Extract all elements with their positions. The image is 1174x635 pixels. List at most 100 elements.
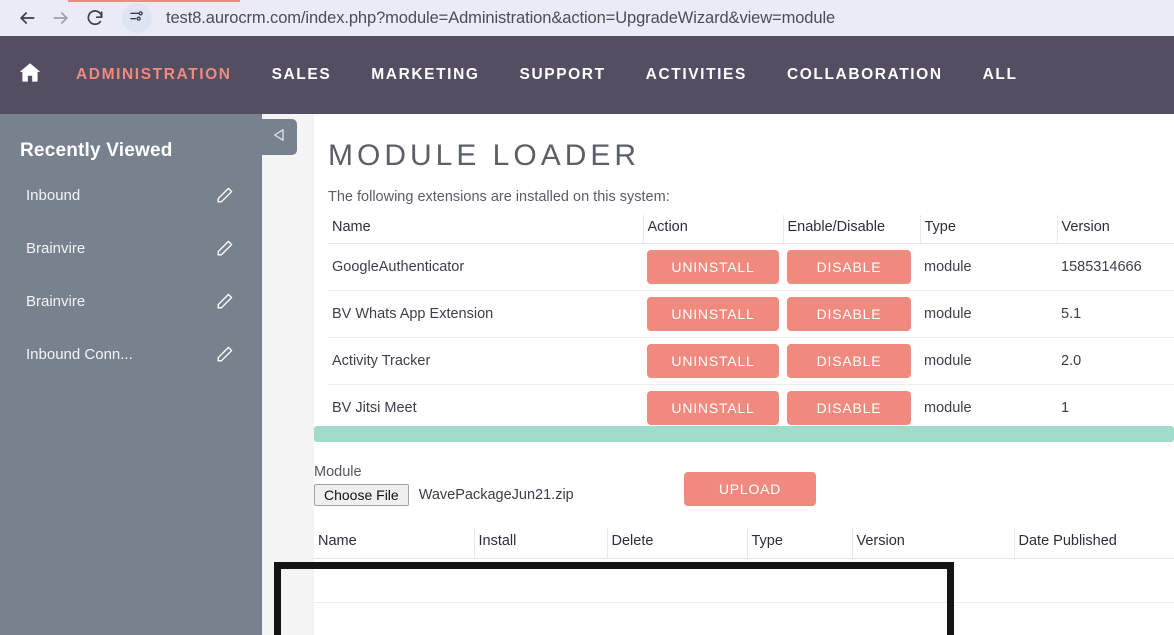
sidebar-item-inbound[interactable]: Inbound	[0, 175, 262, 215]
cell-name: GoogleAuthenticator	[328, 243, 643, 291]
browser-toolbar: test8.aurocrm.com/index.php?module=Admin…	[0, 0, 1174, 36]
disable-button[interactable]: DISABLE	[787, 344, 911, 378]
cell-action: UNINSTALL	[643, 384, 783, 432]
cell-enable: DISABLE	[783, 290, 920, 338]
page-subtitle: The following extensions are installed o…	[328, 189, 670, 205]
column-header-install: Install	[473, 528, 607, 559]
cell-version: 1	[1057, 384, 1174, 432]
url-bar-text[interactable]: test8.aurocrm.com/index.php?module=Admin…	[166, 9, 835, 28]
nav-item-support[interactable]: SUPPORT	[500, 36, 626, 114]
cell-version: 1585314666	[1057, 243, 1174, 291]
module-label: Module	[314, 464, 362, 480]
nav-label: SALES	[271, 66, 332, 83]
column-header-action: Action	[642, 215, 783, 244]
page-body: Recently Viewed Inbound Brainvire Brainv…	[0, 114, 1174, 635]
nav-label: SUPPORT	[519, 66, 606, 83]
upload-panel: Module Choose File WavePackageJun21.zip …	[314, 442, 1174, 603]
table-row: Activity Tracker UNINSTALL DISABLE modul…	[328, 337, 1174, 385]
upload-row: Module Choose File WavePackageJun21.zip …	[314, 464, 1174, 522]
home-button[interactable]	[8, 60, 52, 91]
nav-item-sales[interactable]: SALES	[252, 36, 352, 114]
cell-empty	[852, 558, 1014, 603]
uninstall-button[interactable]: UNINSTALL	[647, 297, 779, 331]
file-input-row: Choose File WavePackageJun21.zip	[314, 484, 684, 506]
cell-version: 5.1	[1057, 290, 1174, 338]
cell-type: module	[920, 337, 1057, 385]
column-header-date-published: Date Published	[1013, 528, 1174, 559]
sidebar: Recently Viewed Inbound Brainvire Brainv…	[0, 114, 297, 635]
table-row: BV Whats App Extension UNINSTALL DISABLE…	[328, 290, 1174, 338]
disable-button[interactable]: DISABLE	[787, 391, 911, 425]
uninstall-button[interactable]: UNINSTALL	[647, 250, 779, 284]
uninstall-button[interactable]: UNINSTALL	[647, 391, 779, 425]
cell-empty	[474, 558, 607, 603]
cell-action: UNINSTALL	[643, 290, 783, 338]
cell-type: module	[920, 384, 1057, 432]
column-header-type: Type	[746, 528, 852, 559]
site-settings-icon	[129, 8, 145, 29]
installed-extensions-table: Name Action Enable/Disable Type Version …	[328, 215, 1174, 432]
nav-label: MARKETING	[371, 66, 480, 83]
nav-item-collaboration[interactable]: COLLABORATION	[767, 36, 963, 114]
column-header-version: Version	[1056, 215, 1174, 244]
list-item-label: Inbound	[26, 186, 81, 204]
choose-file-button[interactable]: Choose File	[314, 484, 409, 506]
uploaded-packages-table: Name Install Delete Type Version Date Pu…	[314, 528, 1174, 603]
module-file-field: Module Choose File WavePackageJun21.zip	[314, 464, 684, 506]
cell-name: Activity Tracker	[328, 337, 643, 385]
cell-empty	[607, 558, 747, 603]
sidebar-collapse-button[interactable]	[262, 119, 297, 155]
cell-type: module	[920, 243, 1057, 291]
pencil-icon[interactable]	[215, 186, 234, 205]
column-header-version: Version	[851, 528, 1014, 559]
cell-enable: DISABLE	[783, 384, 920, 432]
site-info-button[interactable]	[122, 3, 152, 33]
nav-label: ALL	[982, 66, 1018, 83]
upload-button[interactable]: UPLOAD	[684, 472, 816, 506]
nav-label: ACTIVITIES	[645, 66, 747, 83]
back-arrow-icon	[17, 8, 37, 28]
cell-type: module	[920, 290, 1057, 338]
forward-button[interactable]	[44, 1, 78, 35]
cell-name: BV Whats App Extension	[328, 290, 643, 338]
back-button[interactable]	[10, 1, 44, 35]
pencil-icon[interactable]	[215, 292, 234, 311]
uninstall-button[interactable]: UNINSTALL	[647, 344, 779, 378]
nav-item-administration[interactable]: ADMINISTRATION	[56, 0, 252, 114]
cell-empty	[747, 558, 852, 603]
cell-enable: DISABLE	[783, 337, 920, 385]
page-title: MODULE LOADER	[328, 139, 641, 172]
main-content: MODULE LOADER The following extensions a…	[314, 114, 1174, 635]
pencil-icon[interactable]	[215, 345, 234, 364]
cell-action: UNINSTALL	[643, 337, 783, 385]
main-navigation: ADMINISTRATION SALES MARKETING SUPPORT A…	[0, 0, 1174, 114]
table-row-empty	[314, 558, 1174, 603]
forward-arrow-icon	[51, 8, 71, 28]
sidebar-title: Recently Viewed	[20, 140, 173, 161]
column-header-name: Name	[328, 215, 643, 244]
nav-item-marketing[interactable]: MARKETING	[351, 36, 499, 114]
sidebar-item-inbound-conn[interactable]: Inbound Conn...	[0, 334, 262, 374]
list-item-label: Brainvire	[26, 292, 86, 310]
nav-item-all[interactable]: ALL	[963, 36, 1038, 114]
table-row: GoogleAuthenticator UNINSTALL DISABLE mo…	[328, 243, 1174, 291]
column-header-delete: Delete	[606, 528, 747, 559]
collapse-left-triangle-icon	[271, 126, 289, 149]
nav-item-activities[interactable]: ACTIVITIES	[626, 36, 767, 114]
reload-button[interactable]	[78, 1, 112, 35]
pencil-icon[interactable]	[215, 239, 234, 258]
table-row: BV Jitsi Meet UNINSTALL DISABLE module 1	[328, 384, 1174, 432]
sidebar-item-brainvire-1[interactable]: Brainvire	[0, 228, 262, 268]
nav-label: COLLABORATION	[786, 66, 943, 83]
cell-enable: DISABLE	[783, 243, 920, 291]
table-header-row: Name Action Enable/Disable Type Version	[328, 215, 1174, 244]
sidebar-item-brainvire-2[interactable]: Brainvire	[0, 281, 262, 321]
disable-button[interactable]: DISABLE	[787, 250, 911, 284]
cell-version: 2.0	[1057, 337, 1174, 385]
disable-button[interactable]: DISABLE	[787, 297, 911, 331]
cell-empty	[314, 558, 474, 603]
list-item-label: Brainvire	[26, 239, 86, 257]
content-gutter	[262, 114, 314, 635]
column-header-name: Name	[314, 528, 474, 559]
status-strip	[314, 426, 1174, 442]
